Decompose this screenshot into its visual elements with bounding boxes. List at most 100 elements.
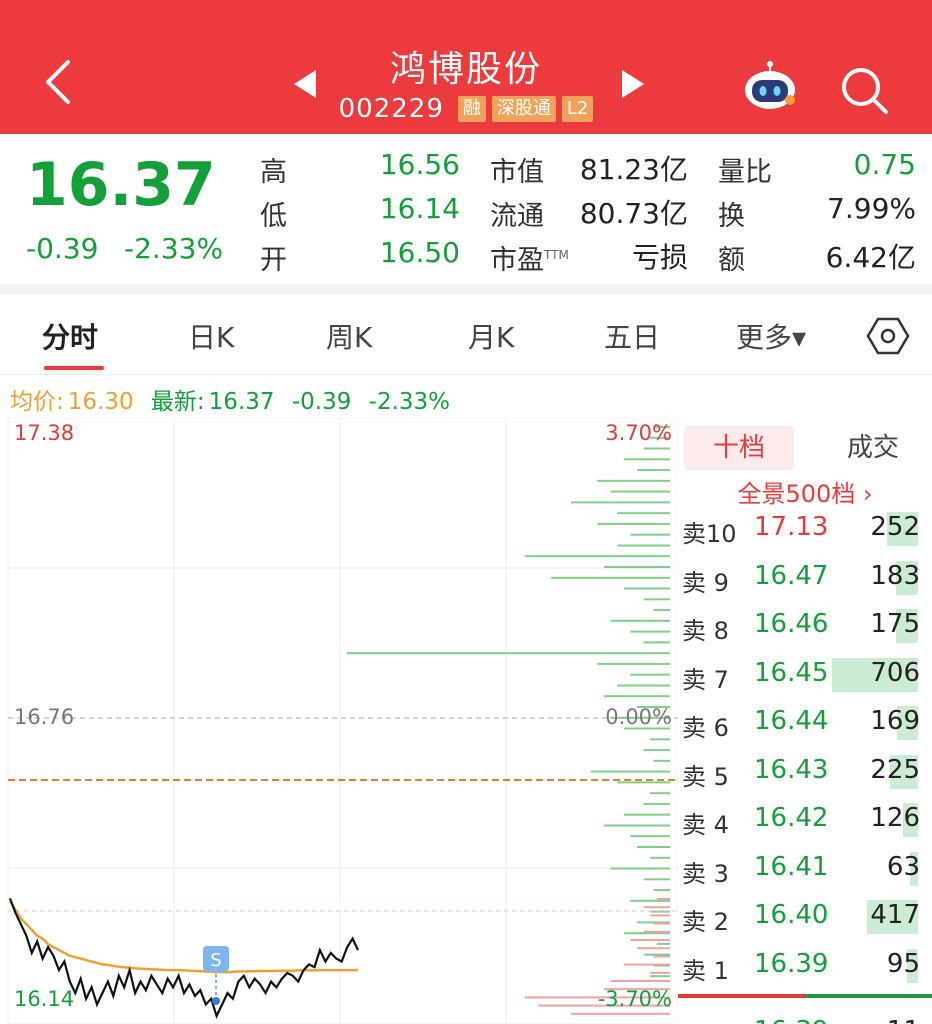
ask-level-label: 卖 9 [682, 568, 729, 597]
ask-level-label: 卖 8 [682, 617, 729, 645]
pe-label-text: 市盈 [490, 245, 544, 276]
amount-label: 额 [718, 245, 745, 276]
tab-trades[interactable]: 成交 [818, 426, 928, 470]
ask-volume: 95 [886, 948, 920, 979]
tab-active-indicator [44, 366, 104, 370]
volume-bar-green [650, 738, 670, 741]
price-change: -0.39 [26, 232, 99, 265]
volume-bar-green [637, 469, 670, 472]
volume-bar-green [653, 889, 670, 892]
volume-bar-green [617, 684, 670, 687]
ask-volume: 417 [870, 900, 920, 930]
high-label: 高 [260, 157, 287, 188]
float-cap-value: 80.73亿 [579, 197, 688, 230]
volume-bar-green [643, 447, 670, 450]
volume-bar-green [623, 587, 670, 590]
panorama-500-link[interactable]: 全景500档 › [678, 474, 932, 509]
volume-bar-green [617, 781, 670, 784]
volume-bar-green [597, 522, 670, 525]
latest-change-value: -0.39 [291, 389, 352, 415]
volume-bar-green [617, 512, 670, 515]
volume-bar-green [571, 501, 670, 504]
ask-price: 16.45 [754, 657, 829, 688]
avg-price-value: 16.30 [67, 389, 134, 415]
ask-price: 17.13 [754, 512, 829, 542]
search-icon[interactable] [834, 60, 894, 120]
market-cap-value: 81.23亿 [579, 153, 688, 186]
tab-ten-level[interactable]: 十档 [684, 426, 794, 470]
ask-volume: 183 [870, 560, 920, 591]
pe-label: 市盈TTM [490, 238, 569, 277]
sell-marker-label: S [210, 950, 221, 971]
bid-ask-divider-red [678, 994, 806, 998]
ask-price: 16.44 [754, 706, 829, 736]
ask-row[interactable]: 卖 5 16.43 225 [678, 749, 932, 797]
ask-row[interactable]: 卖 1 16.39 95 [678, 943, 932, 991]
latest-price-label: 最新: [150, 389, 205, 415]
tab-weekly-k[interactable]: 周K [326, 316, 372, 356]
tab-intraday[interactable]: 分时 [42, 316, 98, 356]
tab-daily-k[interactable]: 日K [188, 316, 234, 356]
volume-bar-red [571, 1012, 670, 1015]
volume-bar-green [650, 856, 670, 859]
bid-row[interactable]: 买 1 16.39 11 [678, 1010, 932, 1024]
volume-bar-red [643, 906, 670, 909]
ask-volume: 63 [886, 851, 920, 882]
intraday-chart[interactable]: S 17.38 16.76 16.14 3.70% 0.00% -3.70% [0, 418, 678, 1024]
ask-volume: 225 [870, 754, 920, 785]
ask-row[interactable]: 卖10 17.13 252 [678, 506, 932, 554]
ask-row[interactable]: 卖 2 16.40 417 [678, 894, 932, 942]
turnover-value: 7.99% [827, 192, 916, 225]
ask-volume: 126 [870, 803, 920, 833]
ask-level-label: 卖 5 [682, 762, 729, 791]
ask-level-label: 卖10 [682, 520, 737, 548]
volume-bar-green [637, 846, 670, 848]
ask-price: 16.41 [754, 851, 829, 882]
chart-grid [7, 418, 678, 1024]
ask-row[interactable]: 卖 4 16.42 126 [678, 797, 932, 845]
pct-top-label: 3.70% [605, 421, 672, 445]
volume-bar-green [610, 619, 670, 622]
ask-row[interactable]: 卖 8 16.46 175 [678, 603, 932, 651]
tab-five-day[interactable]: 五日 [604, 316, 660, 356]
volume-bar-green [597, 479, 670, 482]
ask-volume: 169 [870, 706, 920, 736]
market-cap-label: 市值 [490, 157, 544, 188]
volume-bar-green [643, 598, 670, 601]
pe-value: 亏损 [631, 241, 688, 274]
volume-bar-green [524, 555, 670, 558]
stock-code: 002229 [338, 94, 444, 124]
intraday-info-line: 均价: 16.30 最新: 16.37 -0.39 -2.33% [10, 382, 460, 416]
y-top-label: 17.38 [14, 421, 74, 445]
price-change-percent: -2.33% [124, 232, 224, 265]
avg-price-label: 均价: [10, 389, 64, 415]
ask-row[interactable]: 卖 9 16.47 183 [678, 555, 932, 603]
volume-bar-green [610, 867, 670, 870]
volume-bar-red [656, 898, 670, 900]
volume-bar-red [637, 947, 670, 950]
volume-bar-green [650, 792, 670, 795]
volume-bar-red [623, 963, 670, 966]
ask-level-label: 卖 6 [682, 714, 729, 742]
ask-level-label: 卖 2 [682, 908, 729, 936]
ask-row[interactable]: 卖 7 16.45 706 [678, 652, 932, 700]
volume-bar-green [656, 942, 670, 945]
amount-value: 6.42亿 [825, 241, 916, 274]
tab-monthly-k[interactable]: 月K [468, 316, 514, 356]
volume-bar-red [653, 922, 670, 925]
volume-ratio-value: 0.75 [853, 148, 916, 181]
order-book: 十档 成交 全景500档 › 卖10 17.13 252 卖 9 16.47 183 卖 8… [678, 418, 932, 1024]
volume-bar-green [604, 566, 670, 568]
robot-assistant-icon[interactable] [740, 56, 800, 116]
tab-more[interactable]: 更多▾ [736, 316, 806, 356]
volume-bar-green [604, 695, 670, 698]
ask-row[interactable]: 卖 3 16.41 63 [678, 846, 932, 894]
tabs-divider [0, 374, 932, 375]
turnover-label: 换 [718, 201, 745, 232]
ask-volume: 706 [870, 657, 920, 688]
hexagon-settings-icon[interactable] [866, 314, 910, 358]
ask-volume: 252 [870, 512, 920, 542]
ask-row[interactable]: 卖 6 16.44 169 [678, 700, 932, 748]
ask-price: 16.43 [754, 754, 829, 785]
ask-volume: 175 [870, 609, 920, 639]
